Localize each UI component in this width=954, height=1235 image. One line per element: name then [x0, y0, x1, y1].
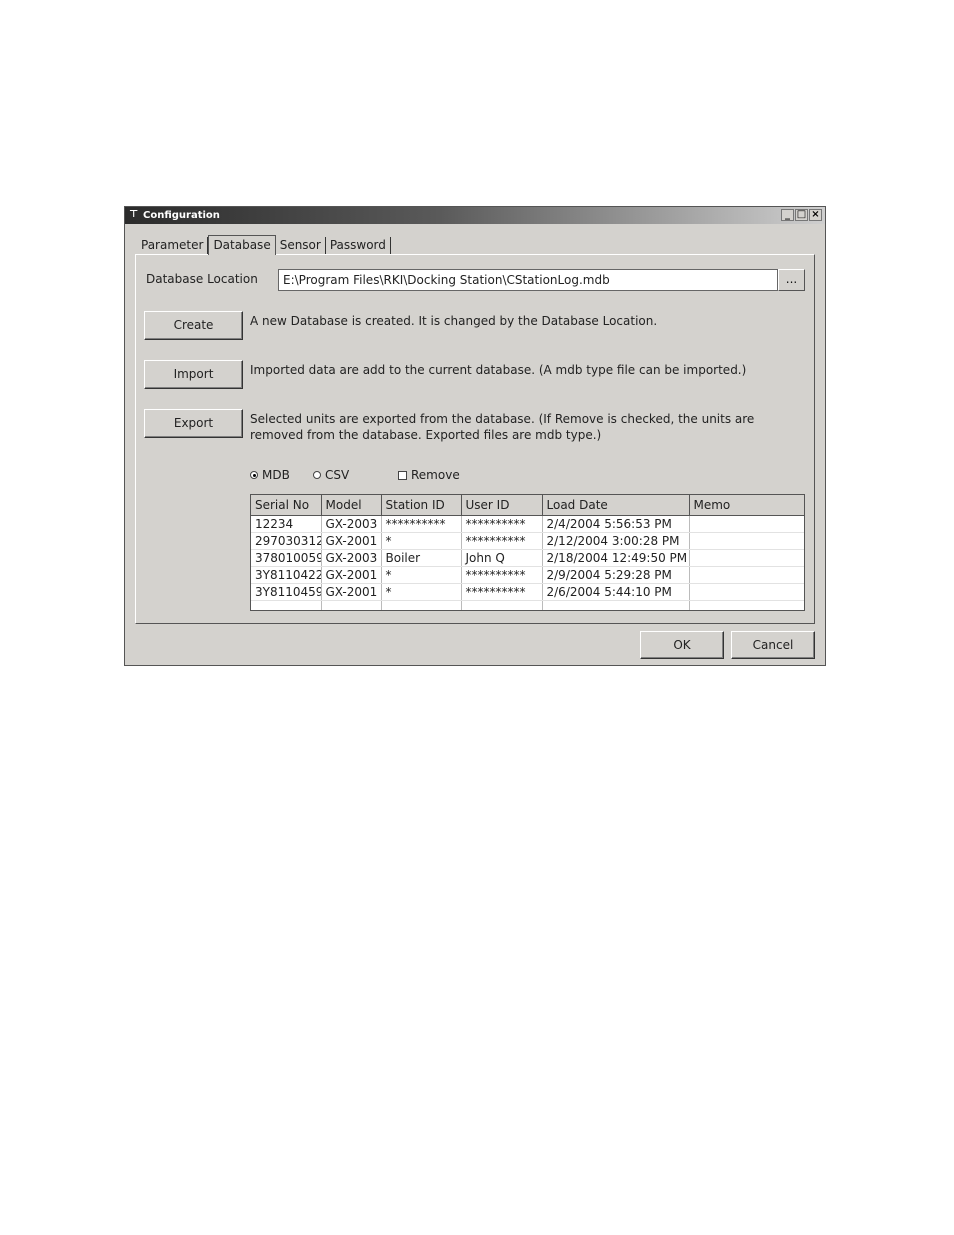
column-header[interactable]: Station ID [381, 495, 462, 516]
serial-cell: 297030312 [251, 532, 322, 550]
memo-cell [689, 566, 804, 584]
tab-database[interactable]: Database [208, 235, 276, 255]
table-row[interactable]: 3Y8110459 GX-2001 * ********** 2/6/2004 … [251, 583, 804, 601]
column-header[interactable]: Memo [689, 495, 804, 516]
memo-cell [689, 549, 804, 567]
tab-password[interactable]: Password [325, 237, 391, 254]
serial-cell: 12234 [251, 515, 322, 533]
empty-cell [542, 600, 690, 610]
table-row[interactable]: 378010059 GX-2003 Boiler John Q 2/18/200… [251, 549, 804, 567]
model-cell: GX-2001 [321, 583, 382, 601]
csv-option[interactable]: CSV [313, 468, 349, 482]
browse-button[interactable]: ... [778, 269, 805, 291]
title-bar[interactable]: ⊤ Configuration _ □ × [125, 207, 825, 224]
serial-cell: 378010059 [251, 549, 322, 567]
export-button[interactable]: Export [144, 409, 243, 438]
import-button[interactable]: Import [144, 360, 243, 389]
mdb-label: MDB [262, 468, 290, 482]
column-header[interactable]: Serial No [251, 495, 322, 516]
model-cell: GX-2003 [321, 549, 382, 567]
user-cell: ********** [461, 532, 543, 550]
close-button[interactable]: × [809, 209, 822, 221]
table-row[interactable]: 3Y8110422 GX-2001 * ********** 2/9/2004 … [251, 566, 804, 584]
export-description-line1: Selected units are exported from the dat… [250, 412, 755, 426]
user-cell: ********** [461, 515, 543, 533]
import-description: Imported data are add to the current dat… [250, 363, 747, 377]
model-cell: GX-2001 [321, 566, 382, 584]
serial-cell: 3Y8110459 [251, 583, 322, 601]
cancel-button[interactable]: Cancel [731, 631, 815, 659]
tab-strip: Parameter Database Sensor Password [137, 234, 391, 255]
date-cell: 2/4/2004 5:56:53 PM [542, 515, 690, 533]
database-location-field[interactable]: E:\Program Files\RKI\Docking Station\CSt… [278, 269, 778, 291]
column-header[interactable]: User ID [461, 495, 543, 516]
remove-checkbox[interactable] [398, 470, 407, 480]
grid-header-row: Serial No Model Station ID User ID Load … [251, 495, 804, 516]
table-row[interactable]: 297030312 GX-2001 * ********** 2/12/2004… [251, 532, 804, 550]
date-cell: 2/9/2004 5:29:28 PM [542, 566, 690, 584]
user-cell: John Q [461, 549, 543, 567]
empty-cell [321, 600, 382, 610]
date-cell: 2/18/2004 12:49:50 PM [542, 549, 690, 567]
create-description: A new Database is created. It is changed… [250, 314, 658, 328]
csv-radio[interactable] [313, 471, 321, 479]
tab-sensor[interactable]: Sensor [275, 237, 326, 254]
remove-label: Remove [411, 468, 460, 482]
table-row[interactable]: 12234 GX-2003 ********** ********** 2/4/… [251, 515, 804, 533]
serial-cell: 3Y8110422 [251, 566, 322, 584]
user-cell: ********** [461, 583, 543, 601]
station-cell: ********** [381, 515, 462, 533]
window-controls: _ □ × [781, 209, 822, 222]
mdb-option[interactable]: MDB [250, 468, 290, 482]
memo-cell [689, 583, 804, 601]
date-cell: 2/6/2004 5:44:10 PM [542, 583, 690, 601]
empty-cell [381, 600, 462, 610]
remove-option[interactable]: Remove [398, 468, 460, 482]
database-location-label: Database Location [146, 272, 258, 286]
station-cell: * [381, 583, 462, 601]
minimize-button[interactable]: _ [781, 209, 794, 221]
empty-row [251, 600, 804, 610]
column-header[interactable]: Load Date [542, 495, 690, 516]
empty-cell [251, 600, 322, 610]
memo-cell [689, 532, 804, 550]
station-cell: * [381, 532, 462, 550]
station-cell: * [381, 566, 462, 584]
memo-cell [689, 515, 804, 533]
csv-label: CSV [325, 468, 350, 482]
mdb-radio[interactable] [250, 471, 258, 479]
empty-cell [461, 600, 543, 610]
create-button[interactable]: Create [144, 311, 243, 340]
export-description-line2: removed from the database. Exported file… [250, 428, 602, 442]
model-cell: GX-2003 [321, 515, 382, 533]
date-cell: 2/12/2004 3:00:28 PM [542, 532, 690, 550]
station-cell: Boiler [381, 549, 462, 567]
column-header[interactable]: Model [321, 495, 382, 516]
configuration-window: ⊤ Configuration _ □ × Parameter Database… [124, 206, 826, 666]
units-grid: Serial No Model Station ID User ID Load … [250, 494, 805, 611]
app-icon: ⊤ [129, 209, 139, 220]
window-title: Configuration [143, 210, 220, 221]
tab-parameter[interactable]: Parameter [137, 237, 209, 254]
database-panel: Database Location E:\Program Files\RKI\D… [135, 254, 815, 624]
empty-cell [689, 600, 804, 610]
user-cell: ********** [461, 566, 543, 584]
model-cell: GX-2001 [321, 532, 382, 550]
ok-button[interactable]: OK [640, 631, 724, 659]
maximize-button[interactable]: □ [795, 209, 808, 221]
